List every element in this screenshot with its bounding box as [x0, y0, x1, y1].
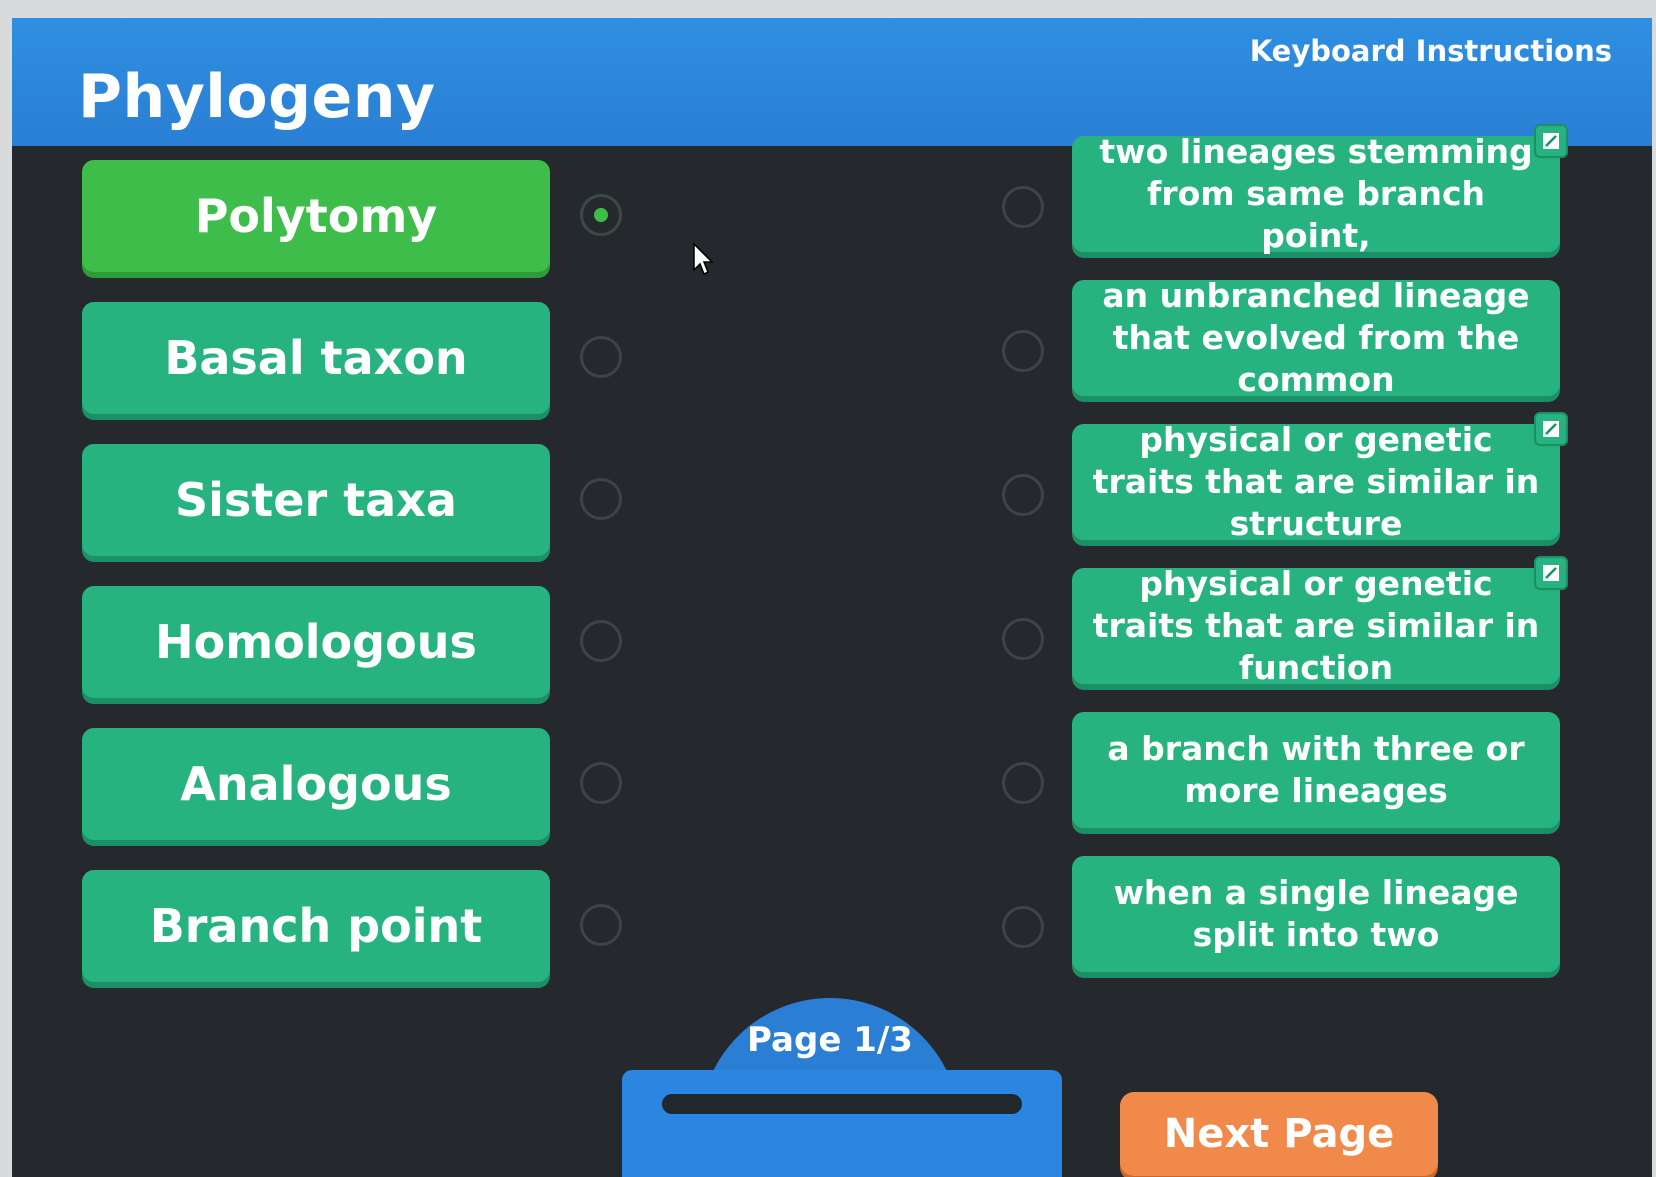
definition-text: physical or genetic traits that are simi…: [1092, 420, 1540, 543]
expand-icon[interactable]: [1534, 412, 1568, 446]
definition-connector-4[interactable]: [1002, 618, 1044, 660]
term-homologous[interactable]: Homologous: [82, 586, 550, 698]
term-connector-branch-point[interactable]: [580, 904, 622, 946]
term-sister-taxa[interactable]: Sister taxa: [82, 444, 550, 556]
term-connector-basal-taxon[interactable]: [580, 336, 622, 378]
definition-card-6[interactable]: when a single lineage split into two: [1072, 856, 1560, 972]
pager-panel: [622, 1070, 1062, 1177]
term-branch-point[interactable]: Branch point: [82, 870, 550, 982]
term-polytomy[interactable]: Polytomy: [82, 160, 550, 272]
definition-card-3[interactable]: physical or genetic traits that are simi…: [1072, 412, 1568, 543]
mouse-cursor-icon: [693, 242, 714, 276]
definition-card-2[interactable]: an unbranched lineage that evolved from …: [1072, 276, 1560, 399]
next-page-button[interactable]: Next Page: [1120, 1092, 1438, 1176]
definition-connector-5[interactable]: [1002, 762, 1044, 804]
term-basal-taxon[interactable]: Basal taxon: [82, 302, 550, 414]
definition-text: a branch with three or more lineages: [1107, 729, 1525, 810]
term-connector-polytomy[interactable]: [580, 194, 622, 236]
definition-text: an unbranched lineage that evolved from …: [1102, 276, 1530, 399]
definition-text: physical or genetic traits that are simi…: [1092, 564, 1540, 687]
page-indicator: Page 1/3: [747, 1020, 913, 1060]
term-connector-homologous[interactable]: [580, 620, 622, 662]
pager-progress-track: [662, 1094, 1022, 1114]
expand-icon[interactable]: [1534, 556, 1568, 590]
term-connector-sister-taxa[interactable]: [580, 478, 622, 520]
definition-text: when a single lineage split into two: [1113, 873, 1519, 954]
definition-card-5[interactable]: a branch with three or more lineages: [1072, 712, 1560, 828]
term-connector-analogous[interactable]: [580, 762, 622, 804]
selected-dot: [594, 208, 608, 222]
header-bar: Phylogeny Keyboard Instructions: [12, 18, 1652, 146]
definition-card-1[interactable]: two lineages stemming from same branch p…: [1072, 124, 1568, 255]
page-title: Phylogeny: [78, 62, 436, 132]
keyboard-instructions-link[interactable]: Keyboard Instructions: [1250, 34, 1612, 68]
activity-screen: Phylogeny Keyboard Instructions Polytomy…: [12, 18, 1652, 1177]
term-analogous[interactable]: Analogous: [82, 728, 550, 840]
definition-text: two lineages stemming from same branch p…: [1099, 132, 1533, 255]
definition-connector-3[interactable]: [1002, 474, 1044, 516]
definition-connector-1[interactable]: [1002, 186, 1044, 228]
definition-card-4[interactable]: physical or genetic traits that are simi…: [1072, 556, 1568, 687]
definition-connector-6[interactable]: [1002, 906, 1044, 948]
expand-icon[interactable]: [1534, 124, 1568, 158]
definition-connector-2[interactable]: [1002, 330, 1044, 372]
